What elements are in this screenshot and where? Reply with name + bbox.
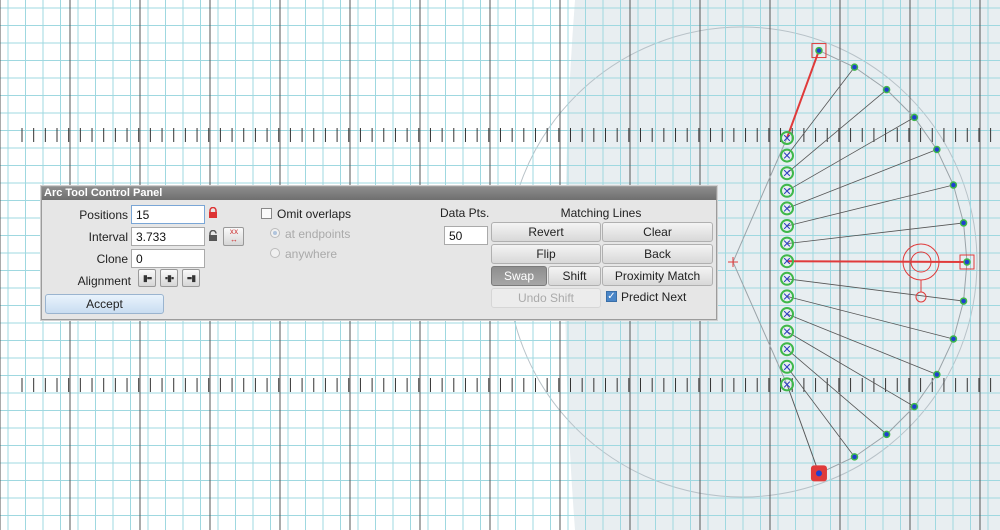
source-point-x: ✕ bbox=[782, 344, 791, 356]
lock-icon[interactable] bbox=[208, 206, 218, 222]
positions-field[interactable] bbox=[131, 205, 205, 224]
revert-button[interactable]: Revert bbox=[491, 222, 601, 242]
undo-shift-button[interactable]: Undo Shift bbox=[491, 288, 601, 308]
source-point-x: ✕ bbox=[782, 168, 791, 180]
target-point bbox=[933, 370, 941, 379]
align-right-icon[interactable]: ▪▪▮ bbox=[182, 269, 200, 287]
target-point bbox=[882, 430, 891, 439]
target-point bbox=[933, 145, 941, 154]
target-point bbox=[959, 219, 968, 227]
positions-label: Positions bbox=[79, 208, 128, 222]
align-left-icon[interactable]: ▮▪▪ bbox=[138, 269, 156, 287]
accept-button[interactable]: Accept bbox=[45, 294, 164, 314]
source-point-x: ✕ bbox=[782, 309, 791, 321]
target-point bbox=[910, 402, 919, 411]
target-point bbox=[815, 46, 823, 55]
proximity-match-button[interactable]: Proximity Match bbox=[602, 266, 713, 286]
data-pts-label: Data Pts. bbox=[440, 206, 490, 220]
target-point bbox=[850, 63, 859, 71]
omit-overlaps-label: Omit overlaps bbox=[277, 207, 352, 221]
predict-next-checkbox[interactable]: ✓ bbox=[606, 291, 617, 302]
target-point bbox=[850, 453, 859, 461]
data-pts-field[interactable] bbox=[444, 226, 488, 245]
anywhere-radio[interactable] bbox=[270, 248, 280, 258]
panel-title[interactable]: Arc Tool Control Panel bbox=[42, 187, 716, 200]
swap-xx-icon[interactable]: x x ↔ bbox=[223, 227, 244, 246]
source-point-x: ✕ bbox=[782, 203, 791, 215]
source-point-x: ✕ bbox=[782, 379, 791, 391]
flip-button[interactable]: Flip bbox=[491, 244, 601, 264]
clear-button[interactable]: Clear bbox=[602, 222, 713, 242]
interval-field[interactable] bbox=[131, 227, 205, 246]
source-point-x: ✕ bbox=[782, 221, 791, 233]
source-point-x: ✕ bbox=[782, 186, 791, 198]
matching-line-highlight bbox=[786, 260, 968, 263]
target-point bbox=[949, 335, 958, 343]
source-point-x: ✕ bbox=[782, 327, 791, 339]
swap-button[interactable]: Swap bbox=[491, 266, 547, 286]
target-point bbox=[882, 85, 891, 94]
target-point bbox=[963, 258, 971, 266]
clone-label: Clone bbox=[96, 252, 128, 266]
clone-field[interactable] bbox=[131, 249, 205, 268]
back-button[interactable]: Back bbox=[602, 244, 713, 264]
target-point bbox=[910, 113, 919, 122]
omit-overlaps-checkbox[interactable] bbox=[261, 208, 272, 219]
source-point-x: ✕ bbox=[782, 151, 791, 163]
alignment-label: Alignment bbox=[77, 274, 131, 288]
source-point-x: ✕ bbox=[782, 274, 791, 286]
end-point-dot bbox=[815, 470, 822, 477]
at-endpoints-radio[interactable] bbox=[270, 228, 280, 238]
source-point-x: ✕ bbox=[782, 256, 791, 268]
target-point bbox=[959, 297, 968, 305]
unlock-icon[interactable] bbox=[208, 229, 218, 245]
arc-tool-control-panel: Arc Tool Control Panel Positions Interva… bbox=[41, 186, 717, 320]
at-endpoints-label: at endpoints bbox=[285, 227, 351, 241]
anywhere-label: anywhere bbox=[285, 247, 338, 261]
target-point bbox=[949, 181, 958, 189]
source-point-x: ✕ bbox=[782, 362, 791, 374]
source-point-x: ✕ bbox=[782, 291, 791, 303]
source-point-x: ✕ bbox=[782, 133, 791, 145]
interval-label: Interval bbox=[88, 230, 128, 244]
predict-next-label: Predict Next bbox=[621, 290, 687, 304]
align-center-icon[interactable]: ▪▮▪ bbox=[160, 269, 178, 287]
shift-button[interactable]: Shift bbox=[548, 266, 601, 286]
matching-lines-label: Matching Lines bbox=[560, 206, 642, 220]
source-point-x: ✕ bbox=[782, 239, 791, 251]
